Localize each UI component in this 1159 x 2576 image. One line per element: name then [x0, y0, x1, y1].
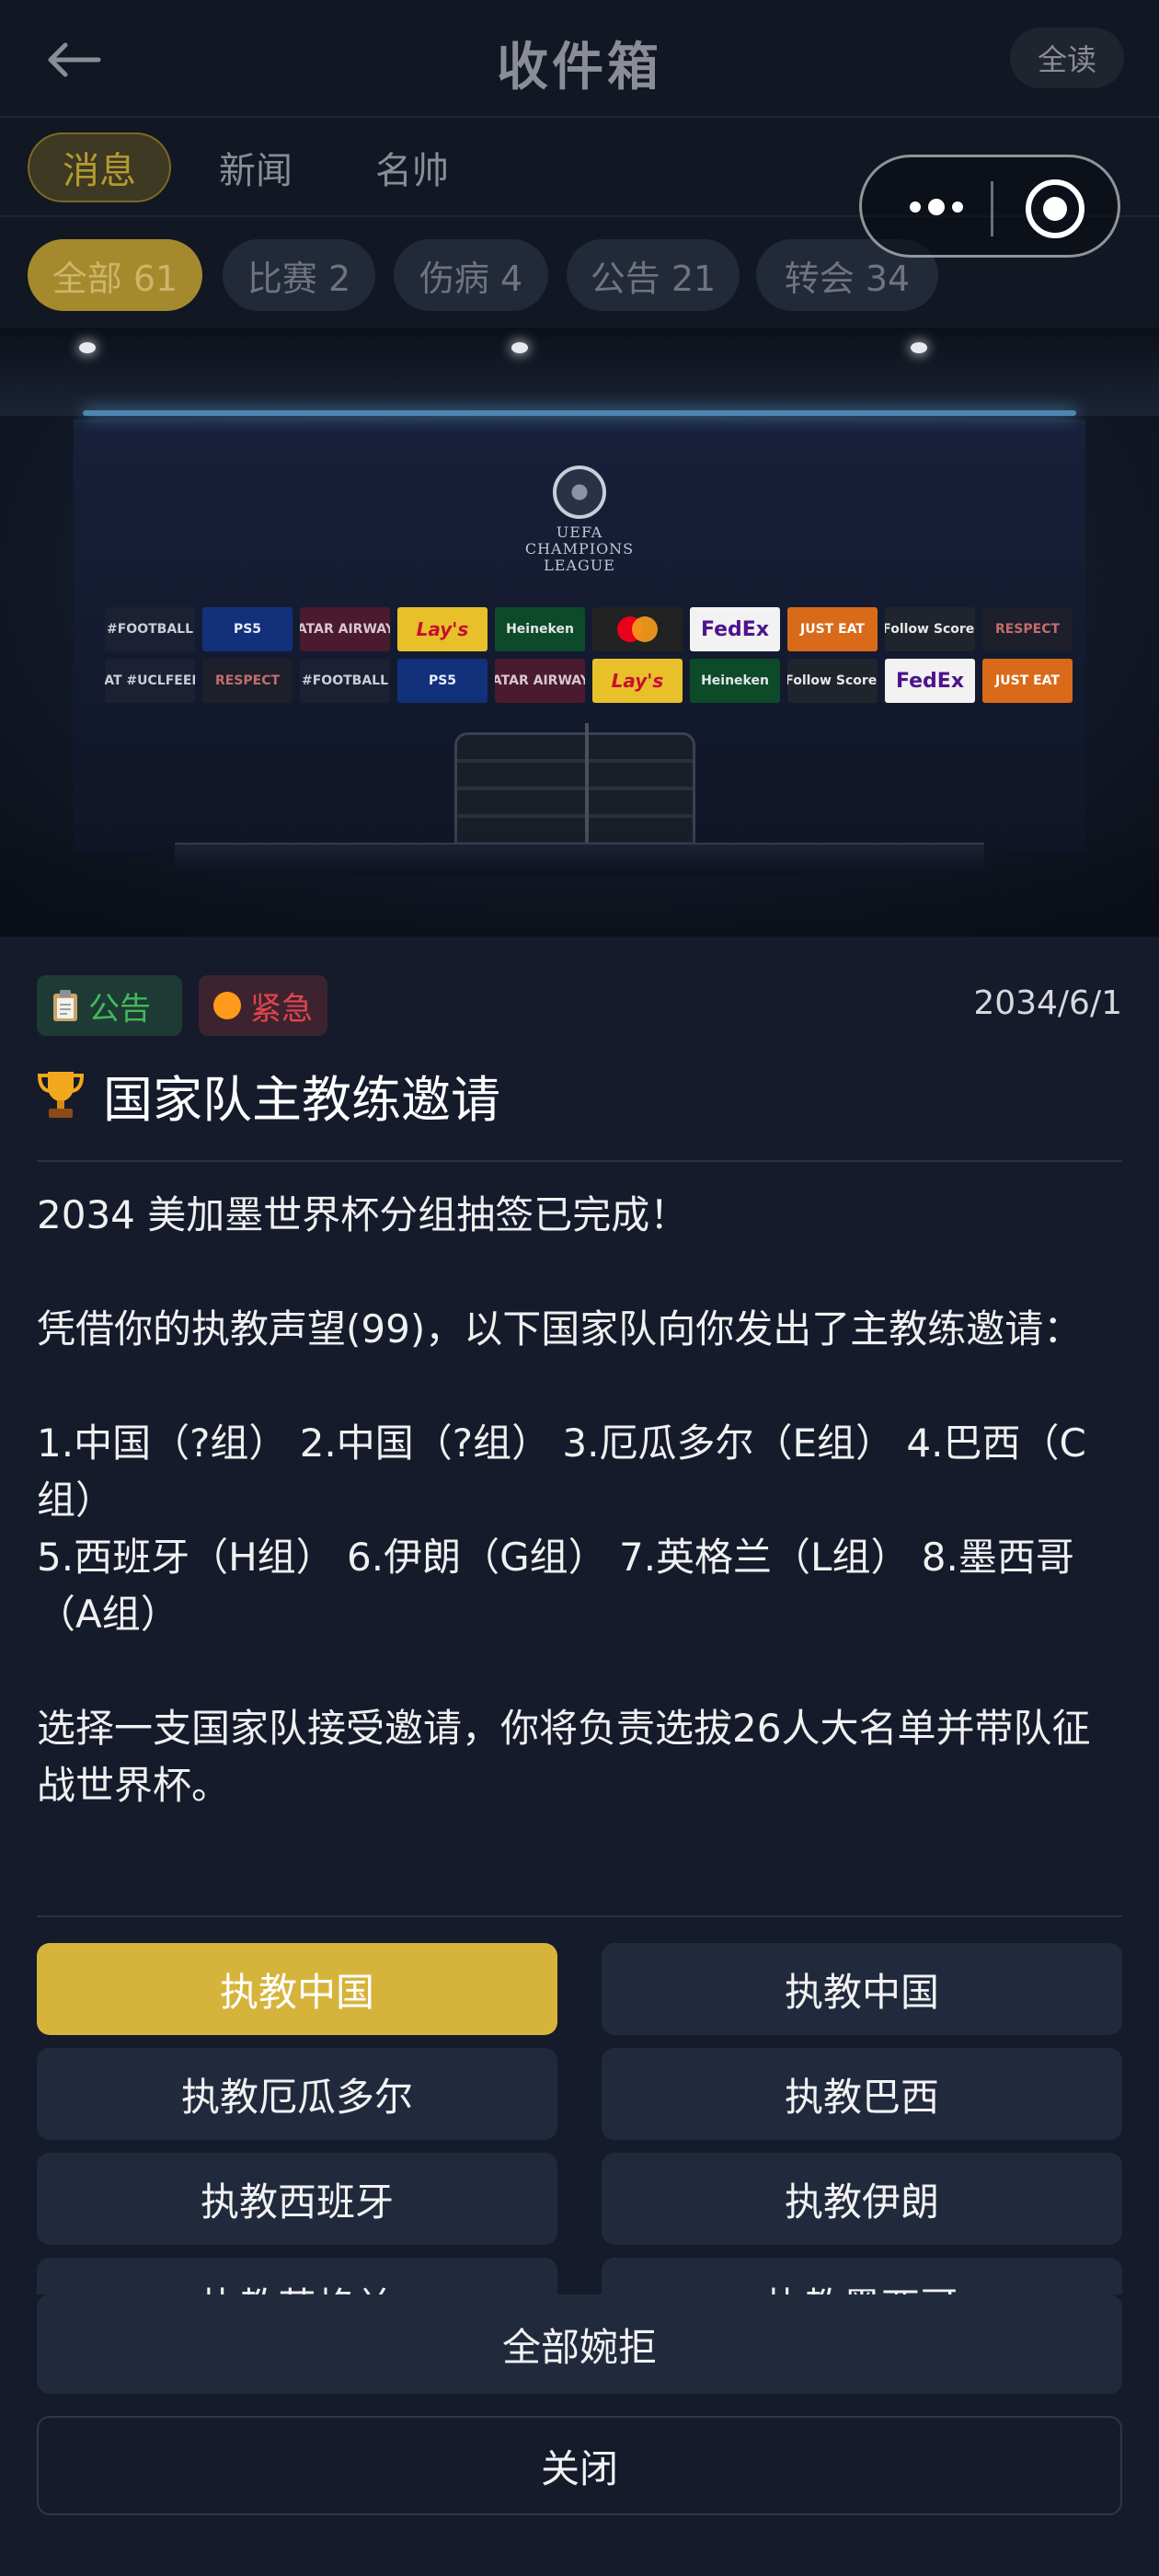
- sponsor-board: Heineken: [495, 607, 585, 651]
- starball-icon: [553, 466, 606, 519]
- press-room-banner: UEFA CHAMPIONS LEAGUE #FOOTBALL PS5 QATA…: [0, 328, 1159, 937]
- mastercard-logo: [592, 607, 683, 651]
- sponsor-row: #FOOTBALL PS5 QATAR AIRWAYS Lay's Heinek…: [105, 607, 1073, 651]
- body-paragraph: 1.中国（?组） 2.中国（?组） 3.厄瓜多尔（E组） 4.巴西（C组）: [37, 1420, 1086, 1523]
- sponsor-board: PS5: [397, 659, 488, 703]
- announcement-tag: 公告: [37, 975, 182, 1036]
- ceiling: [0, 328, 1159, 416]
- tab-messages[interactable]: 消息: [28, 132, 171, 202]
- urgent-tag: 紧急: [199, 975, 327, 1036]
- read-all-button[interactable]: 全读: [1010, 28, 1124, 88]
- ceiling-lamp: [79, 342, 96, 353]
- decline-all-button[interactable]: 全部婉拒: [37, 2294, 1122, 2394]
- message-title-text: 国家队主教练邀请: [103, 1070, 500, 1129]
- sponsor-board: #FOOTBALL: [105, 607, 195, 651]
- sponsor-board: JUST EAT: [787, 607, 878, 651]
- coach-china-button-2[interactable]: 执教中国: [602, 1943, 1122, 2035]
- divider: [37, 1915, 1122, 1917]
- sponsor-board: JUST EAT: [982, 659, 1073, 703]
- sponsor-board: RESPECT: [982, 607, 1073, 651]
- microphone: [585, 723, 589, 843]
- close-button[interactable]: 关闭: [37, 2416, 1122, 2515]
- sponsor-board: RESPECT: [202, 659, 293, 703]
- coach-china-button[interactable]: 执教中国: [37, 1943, 557, 2035]
- close-mini-program-button[interactable]: [1026, 179, 1084, 238]
- sponsor-board: Lay's: [397, 607, 488, 651]
- more-menu-button[interactable]: [895, 187, 978, 227]
- body-paragraph: 选择一支国家队接受邀请，你将负责选拔26人大名单并带队征战世界杯。: [37, 1706, 1091, 1808]
- sponsor-board: iFollow Scores: [885, 607, 975, 651]
- filter-injuries[interactable]: 伤病 4: [394, 239, 548, 311]
- message-date: 2034/6/1: [973, 984, 1122, 1022]
- sponsor-board: QATAR AIRWAYS: [495, 659, 585, 703]
- body-paragraph: 5.西班牙（H组） 6.伊朗（G组） 7.英格兰（L组） 8.墨西哥（A组）: [37, 1535, 1074, 1637]
- page-title: 收件箱: [497, 38, 662, 98]
- footer-actions: 全部婉拒 关闭: [0, 2294, 1159, 2576]
- sponsor-board: #THAT #UCLFEELING: [105, 659, 195, 703]
- message-title: 国家队主教练邀请: [37, 1058, 500, 1132]
- tab-news[interactable]: 新闻: [199, 132, 313, 202]
- body-paragraph: 凭借你的执教声望(99)，以下国家队向你发出了主教练邀请：: [37, 1306, 1083, 1351]
- orange-dot-icon: [213, 992, 241, 1019]
- tab-famous-coaches[interactable]: 名帅: [355, 132, 469, 202]
- sponsor-board: #FOOTBALL: [300, 659, 390, 703]
- sponsor-board: FedEx: [690, 607, 780, 651]
- coach-ecuador-button[interactable]: 执教厄瓜多尔: [37, 2048, 557, 2140]
- filter-matches[interactable]: 比赛 2: [223, 239, 375, 311]
- ceiling-light-strip: [83, 410, 1076, 416]
- logo-line: CHAMPIONS: [524, 540, 635, 558]
- clipboard-icon: [52, 989, 79, 1022]
- trophy-icon: [37, 1072, 85, 1118]
- filter-announcements[interactable]: 公告 21: [567, 239, 740, 311]
- sponsor-row: #THAT #UCLFEELING RESPECT #FOOTBALL PS5 …: [105, 659, 1073, 703]
- sponsor-board: PS5: [202, 607, 293, 651]
- ceiling-lamp: [511, 342, 528, 353]
- coach-brazil-button[interactable]: 执教巴西: [602, 2048, 1122, 2140]
- divider: [37, 1160, 1122, 1162]
- message-body: 2034 美加墨世界杯分组抽签已完成！ 凭借你的执教声望(99)，以下国家队向你…: [37, 1187, 1122, 1814]
- sponsor-board: Lay's: [592, 659, 683, 703]
- logo-line: LEAGUE: [544, 557, 615, 574]
- sponsor-board: FedEx: [885, 659, 975, 703]
- coach-spain-button[interactable]: 执教西班牙: [37, 2153, 557, 2245]
- announcement-tag-label: 公告: [88, 990, 151, 1028]
- coach-iran-button[interactable]: 执教伊朗: [602, 2153, 1122, 2245]
- sponsor-board: QATAR AIRWAYS: [300, 607, 390, 651]
- urgent-tag-label: 紧急: [250, 990, 313, 1028]
- mini-program-capsule: [859, 155, 1120, 258]
- body-paragraph: 2034 美加墨世界杯分组抽签已完成！: [37, 1192, 689, 1237]
- filter-all[interactable]: 全部 61: [28, 239, 202, 311]
- champions-league-logo: UEFA CHAMPIONS LEAGUE: [515, 466, 644, 574]
- sponsor-board: iFollow Scores: [787, 659, 878, 703]
- header: 收件箱 全读: [0, 0, 1159, 118]
- logo-line: UEFA: [556, 523, 603, 541]
- sponsor-board: Heineken: [690, 659, 780, 703]
- ceiling-lamp: [911, 342, 927, 353]
